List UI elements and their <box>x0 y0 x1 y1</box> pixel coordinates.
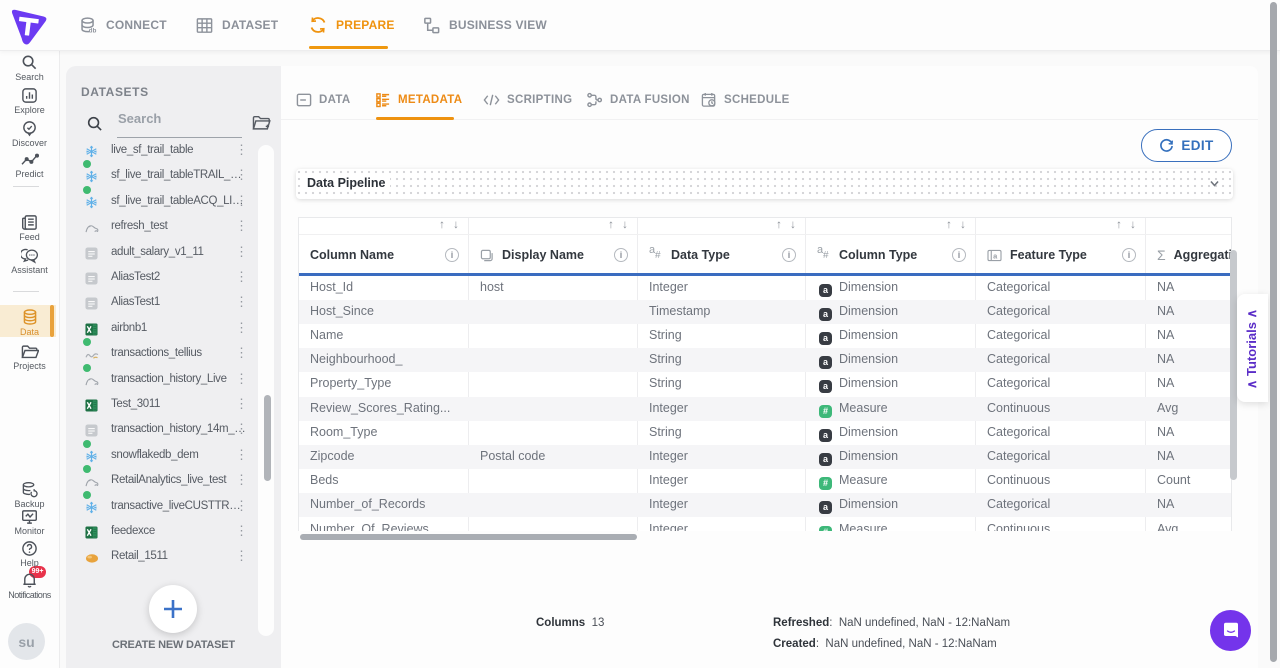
svg-text:a: a <box>993 251 998 260</box>
svg-text:db: db <box>89 27 97 34</box>
